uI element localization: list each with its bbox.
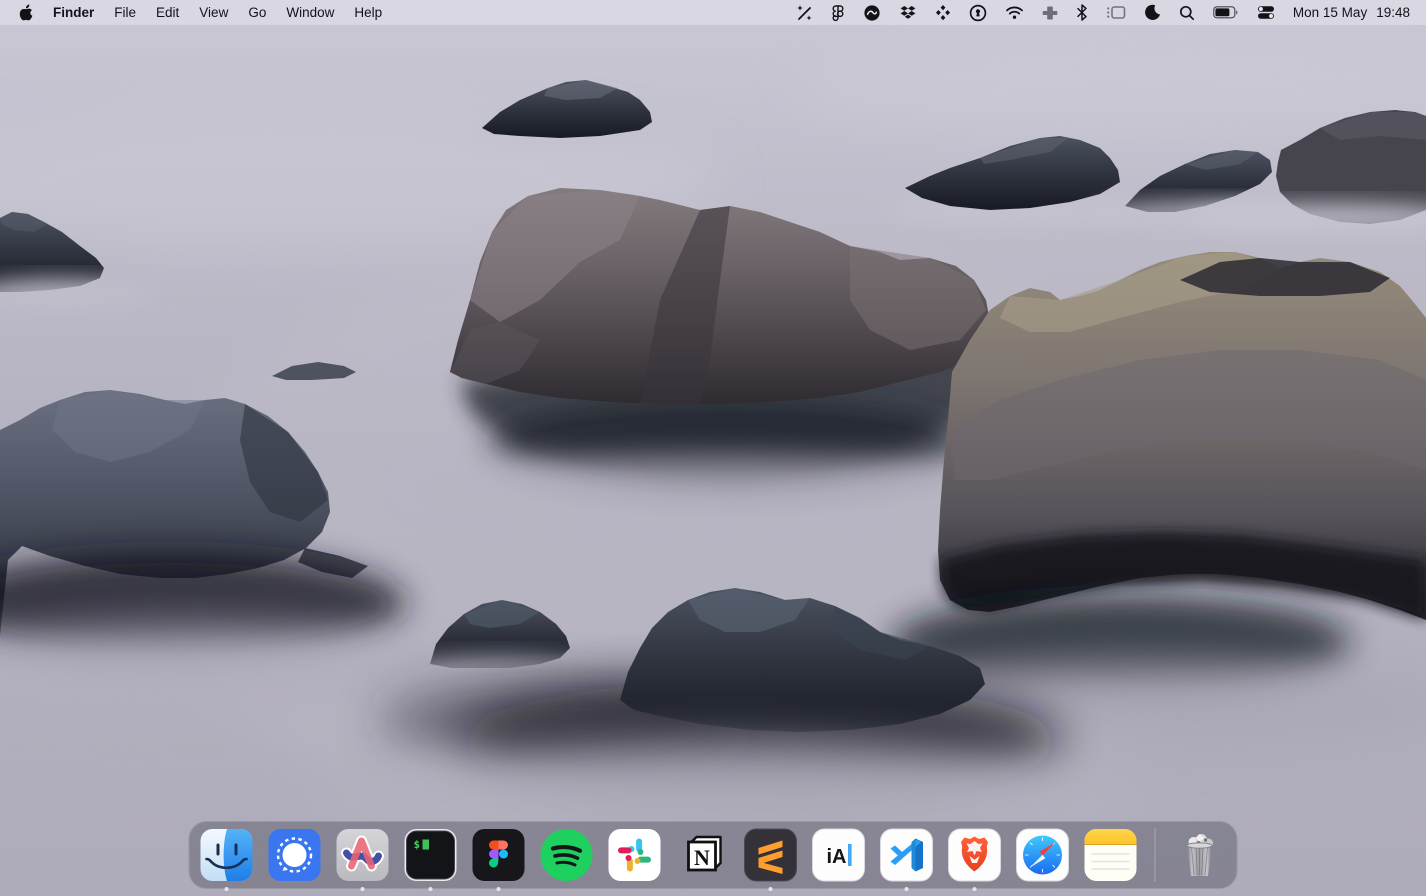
battery-icon[interactable] bbox=[1204, 0, 1248, 25]
svg-text:$: $ bbox=[414, 838, 421, 851]
dock-item-trash[interactable] bbox=[1172, 827, 1228, 883]
terminal-icon: $ bbox=[403, 827, 459, 883]
menu-help[interactable]: Help bbox=[344, 0, 392, 25]
figma-menubar-icon[interactable] bbox=[822, 0, 854, 25]
dock-item-figma[interactable] bbox=[471, 827, 527, 883]
a-ribbon-app-icon bbox=[335, 827, 391, 883]
focus-moon-icon[interactable] bbox=[1135, 0, 1170, 25]
adobe-creative-cloud-icon[interactable] bbox=[854, 0, 890, 25]
app-menu-finder[interactable]: Finder bbox=[43, 0, 104, 25]
dock-item-notes[interactable] bbox=[1083, 827, 1139, 883]
dock-item-spotify[interactable] bbox=[539, 827, 595, 883]
dock-item-a-ribbon-app[interactable] bbox=[335, 827, 391, 883]
menu-go[interactable]: Go bbox=[238, 0, 276, 25]
running-indicator bbox=[361, 887, 365, 891]
menu-view[interactable]: View bbox=[189, 0, 238, 25]
magic-wand-icon[interactable] bbox=[786, 0, 822, 25]
1password-keyhole-icon[interactable] bbox=[960, 0, 996, 25]
notion-icon: N bbox=[675, 827, 731, 883]
dock: $ bbox=[189, 821, 1238, 889]
wifi-icon[interactable] bbox=[996, 0, 1033, 25]
apple-logo-icon bbox=[19, 4, 34, 21]
safari-icon bbox=[1015, 827, 1071, 883]
menu-file[interactable]: File bbox=[104, 0, 146, 25]
dock-item-finder[interactable] bbox=[199, 827, 255, 883]
spotify-icon bbox=[539, 827, 595, 883]
dock-divider bbox=[1155, 828, 1156, 882]
brave-icon bbox=[947, 827, 1003, 883]
dock-item-notion[interactable]: N bbox=[675, 827, 731, 883]
sublime-text-icon bbox=[743, 827, 799, 883]
apple-menu[interactable] bbox=[11, 0, 43, 25]
menu-bar-clock[interactable]: Mon 15 May 19:48 bbox=[1284, 5, 1416, 20]
menu-bar: Finder File Edit View Go Window Help bbox=[0, 0, 1426, 25]
macos-desktop: Finder File Edit View Go Window Help bbox=[0, 0, 1426, 896]
menu-edit[interactable]: Edit bbox=[146, 0, 189, 25]
dock-item-safari[interactable] bbox=[1015, 827, 1071, 883]
dock-item-slack[interactable] bbox=[607, 827, 663, 883]
display-frame-icon[interactable] bbox=[1097, 0, 1135, 25]
trash-full-icon bbox=[1172, 827, 1228, 883]
dropbox-icon[interactable] bbox=[890, 0, 926, 25]
running-indicator bbox=[973, 887, 977, 891]
menu-window[interactable]: Window bbox=[276, 0, 344, 25]
running-indicator bbox=[225, 887, 229, 891]
dock-item-ia-writer[interactable]: iA bbox=[811, 827, 867, 883]
finder-icon bbox=[199, 827, 255, 883]
running-indicator bbox=[429, 887, 433, 891]
control-center-icon[interactable] bbox=[1248, 0, 1284, 25]
dock-item-terminal[interactable]: $ bbox=[403, 827, 459, 883]
signal-icon bbox=[267, 827, 323, 883]
bluetooth-icon[interactable] bbox=[1067, 0, 1097, 25]
spotlight-search-icon[interactable] bbox=[1170, 0, 1204, 25]
running-indicator bbox=[905, 887, 909, 891]
svg-text:iA: iA bbox=[827, 846, 847, 868]
dock-item-sublime-text[interactable] bbox=[743, 827, 799, 883]
svg-text:N: N bbox=[694, 845, 710, 870]
notes-icon bbox=[1083, 827, 1139, 883]
diamond-cluster-icon[interactable] bbox=[926, 0, 960, 25]
dock-item-signal[interactable] bbox=[267, 827, 323, 883]
desktop-wallpaper bbox=[0, 0, 1426, 896]
figma-icon bbox=[471, 827, 527, 883]
running-indicator bbox=[769, 887, 773, 891]
clock-time: 19:48 bbox=[1376, 5, 1410, 20]
clock-date: Mon 15 May bbox=[1293, 5, 1367, 20]
dock-item-vscode[interactable] bbox=[879, 827, 935, 883]
vscode-icon bbox=[879, 827, 935, 883]
slack-icon bbox=[607, 827, 663, 883]
running-indicator bbox=[497, 887, 501, 891]
plus-cross-icon[interactable] bbox=[1033, 0, 1067, 25]
dock-item-brave[interactable] bbox=[947, 827, 1003, 883]
ia-writer-icon: iA bbox=[811, 827, 867, 883]
